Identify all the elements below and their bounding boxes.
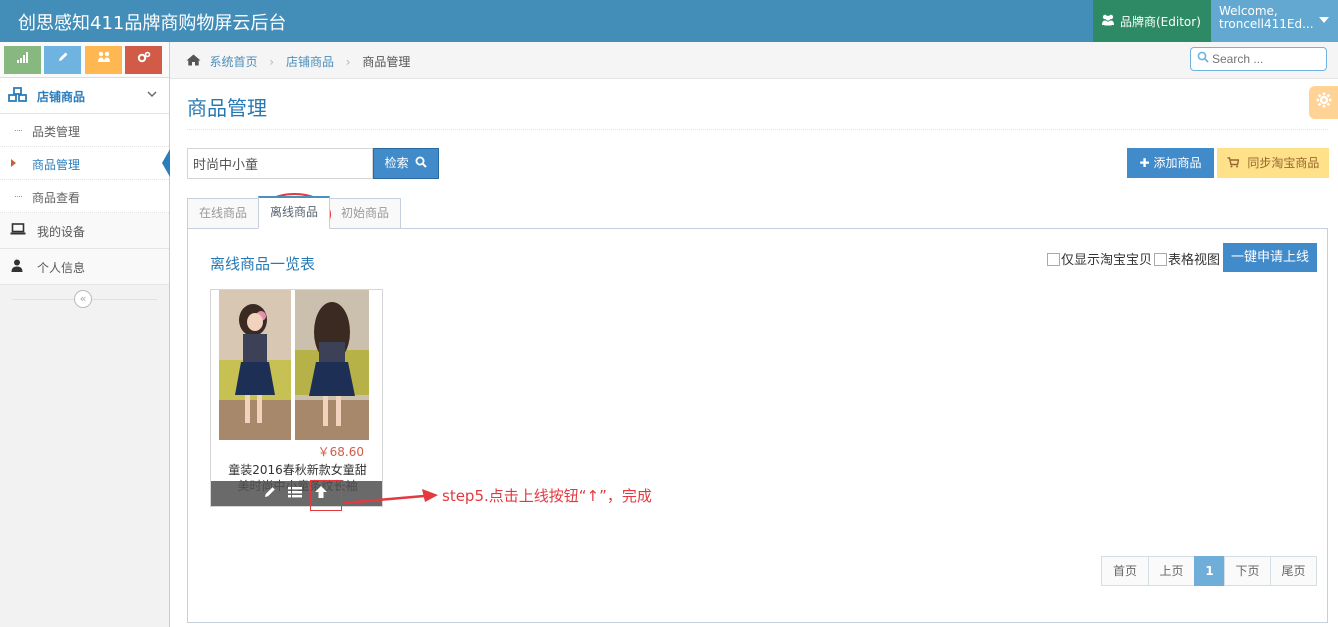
sidebar-item-product-view[interactable]: 商品查看 [0,180,169,213]
sidebar-item-product-manage[interactable]: 商品管理 [0,147,170,180]
search-icon [1197,51,1209,66]
sidebar-item-my-devices[interactable]: 我的设备 [0,213,169,249]
tab-offline[interactable]: 离线商品 [258,196,331,229]
user-menu[interactable]: Welcome, troncell411Ed... [1211,0,1338,42]
apply-online-button[interactable]: 一键申请上线 [1223,243,1317,272]
breadcrumb: 系统首页 › 店铺商品 › 商品管理 [186,53,410,70]
group-icon[interactable] [85,46,122,74]
list-icon[interactable] [285,484,305,504]
page-prev[interactable]: 上页 [1148,556,1195,586]
page-first[interactable]: 首页 [1101,556,1149,586]
double-angle-left-icon[interactable]: « [74,290,92,308]
page-next[interactable]: 下页 [1224,556,1271,586]
home-icon [186,54,205,70]
active-indicator [162,149,170,177]
nav-search [1190,47,1327,71]
checkbox-box[interactable] [1154,253,1167,266]
annotation-text: step5.点击上线按钮“↑”，完成 [442,487,652,505]
sidebar-item-label: 商品管理 [32,158,81,172]
sidebar-collapse: « [0,285,169,315]
add-product-button[interactable]: ✚ 添加商品 [1127,148,1214,178]
list-title: 离线商品一览表 [210,255,316,273]
shopping-cart-icon [1227,156,1243,170]
search-input[interactable] [1212,50,1322,68]
sidebar-item-personal-info[interactable]: 个人信息 [0,249,169,285]
product-card: ￥68.60 童装2016春秋新款女童甜美时尚中小童条纹长袖 [210,289,383,507]
product-price: ￥68.60 [317,445,364,459]
sidebar: 店铺商品 品类管理 商品管理 商品查看 我的设备 个人信息 « [0,42,170,627]
search-icon [415,156,428,170]
page-last[interactable]: 尾页 [1270,556,1317,586]
chevron-right-icon: › [345,55,351,69]
chevron-right-icon: › [269,55,275,69]
caret-right-icon [11,159,16,167]
breadcrumb-current: 商品管理 [362,55,411,69]
top-navbar: 创思感知411品牌商购物屏云后台 品牌商(Editor) Welcome, tr… [0,0,1338,42]
tab-initial[interactable]: 初始商品 [329,198,402,229]
cubes-icon [8,87,28,107]
plus-icon: ✚ [1139,156,1150,170]
role-menu[interactable]: 品牌商(Editor) [1093,0,1211,42]
app-title[interactable]: 创思感知411品牌商购物屏云后台 [18,9,286,35]
tab-panel: 离线商品一览表 仅显示淘宝宝贝 表格视图 一键申请上线 ￥68.60 童装201… [187,228,1328,623]
sidebar-item-label: 个人信息 [37,261,86,275]
group-icon [1101,14,1115,29]
chevron-down-icon [147,87,157,101]
signal-icon[interactable] [4,46,41,74]
checkbox-box[interactable] [1047,253,1060,266]
search-button[interactable]: 检索 [373,148,439,179]
sidebar-item-label: 品类管理 [32,125,81,139]
gear-icon[interactable] [1309,86,1338,119]
divider [187,129,1328,130]
role-label: 品牌商(Editor) [1120,15,1201,29]
pencil-icon[interactable] [44,46,81,74]
sidebar-item-label: 店铺商品 [37,90,86,104]
sync-taobao-button[interactable]: 同步淘宝商品 [1217,148,1329,178]
breadcrumb-home[interactable]: 系统首页 [209,55,257,69]
sidebar-item-label: 我的设备 [37,225,86,239]
sidebar-item-store-products[interactable]: 店铺商品 [0,78,169,114]
annotation-highlight-box [310,480,342,511]
cogs-icon[interactable] [125,46,162,74]
only-taobao-checkbox[interactable]: 仅显示淘宝宝贝 [1047,249,1152,268]
user-icon [10,259,24,276]
sidebar-item-label: 商品查看 [32,191,81,205]
breadcrumb-bar: 系统首页 › 店铺商品 › 商品管理 [170,42,1338,79]
tab-online[interactable]: 在线商品 [187,198,260,229]
sidebar-shortcuts [0,42,169,78]
breadcrumb-store-products[interactable]: 店铺商品 [286,55,334,69]
product-image[interactable] [219,290,369,440]
laptop-icon [10,223,26,239]
table-view-checkbox[interactable]: 表格视图 [1154,249,1220,268]
sidebar-item-category[interactable]: 品类管理 [0,114,169,147]
annotation-arrow [343,489,438,505]
page-title: 商品管理 [187,96,267,120]
keyword-input[interactable] [187,148,373,179]
page-current[interactable]: 1 [1194,556,1225,586]
caret-down-icon [1319,17,1329,23]
edit-icon[interactable] [260,484,280,504]
